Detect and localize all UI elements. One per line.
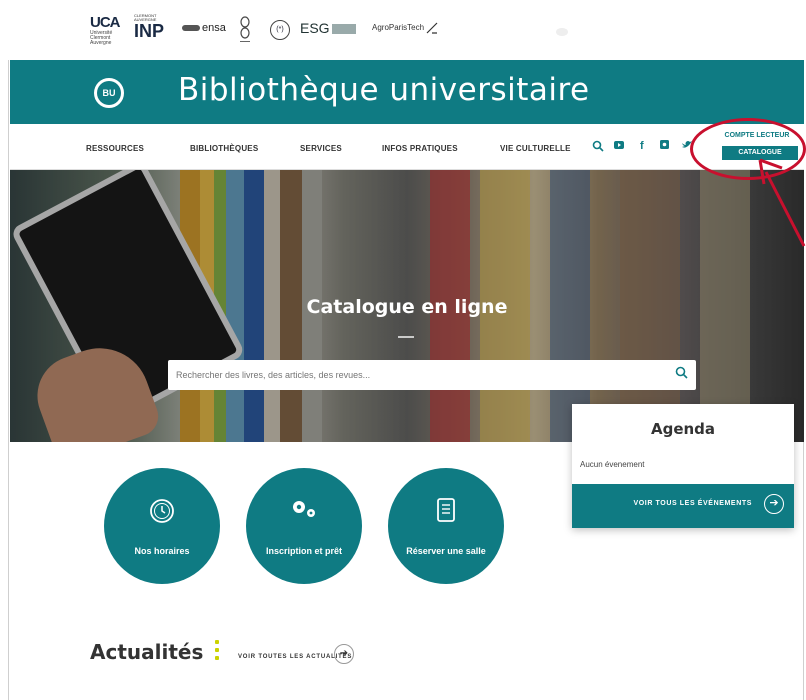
hero-banner: Catalogue en ligne (10, 170, 804, 442)
bu-logo-text: BU (97, 81, 121, 105)
clock-icon (104, 498, 220, 530)
faint-logo (556, 28, 568, 36)
facebook-icon[interactable]: f (640, 140, 644, 152)
arrow-right-icon[interactable]: ➔ (334, 644, 354, 664)
news-section-title: Actualités (90, 640, 204, 664)
nav-item-vie-culturelle[interactable]: VIE CULTURELLE (500, 144, 571, 153)
search-submit-icon[interactable] (675, 366, 688, 382)
ensa-logo[interactable]: ensa (182, 22, 232, 36)
esg-logo[interactable]: ESG (300, 20, 356, 38)
youtube-icon[interactable] (614, 140, 624, 152)
partner-logos-bar: UCA Université Clermont Auvergne CLERMON… (0, 0, 806, 60)
nav-item-services[interactable]: SERVICES (300, 144, 342, 153)
search-icon[interactable] (592, 140, 604, 155)
tile-nos-horaires[interactable]: Nos horaires (104, 468, 220, 584)
hero-title: Catalogue en ligne (306, 296, 508, 318)
nav-item-bibliotheques[interactable]: BIBLIOTHÈQUES (190, 144, 258, 153)
agro-logo-text: AgroParisTech (372, 23, 425, 33)
vetagro-logo[interactable] (238, 16, 252, 44)
uca-logo[interactable]: UCA Université Clermont Auvergne (90, 14, 124, 48)
agenda-title: Agenda (650, 420, 716, 438)
instagram-icon[interactable] (660, 140, 669, 152)
arrow-right-icon[interactable]: ➔ (764, 494, 784, 514)
tile-label: Nos horaires (134, 546, 190, 556)
site-title[interactable]: Bibliothèque universitaire (178, 72, 590, 108)
tile-inscription-pret[interactable]: Inscription et prêt (246, 468, 362, 584)
ensa-logo-text: ensa (202, 22, 226, 34)
nav-item-infos-pratiques[interactable]: INFOS PRATIQUES (382, 144, 458, 153)
site-header: BU Bibliothèque universitaire (10, 60, 804, 124)
gears-icon (246, 498, 362, 526)
inp-logo[interactable]: CLERMONT AUVERGNE INP (134, 14, 164, 48)
tile-reserver-salle[interactable]: Réserver une salle (388, 468, 504, 584)
catalogue-search-input[interactable] (176, 367, 656, 383)
vertical-dots-icon (214, 640, 220, 664)
sigma-logo[interactable]: (*) (270, 20, 290, 40)
agenda-empty-message: Aucun évenement (580, 460, 645, 469)
annotation-arrow-icon (758, 158, 806, 247)
tile-label: Réserver une salle (406, 546, 486, 556)
inp-logo-big: INP (134, 21, 165, 41)
main-nav: RESSOURCES BIBLIOTHÈQUES SERVICES INFOS … (10, 124, 804, 170)
uca-logo-mark: UCA (90, 14, 121, 31)
catalogue-search-box[interactable] (168, 360, 696, 390)
uca-logo-sub: Université Clermont Auvergne (90, 30, 113, 46)
bu-logo[interactable]: BU (94, 78, 124, 108)
book-icon (388, 498, 504, 528)
agenda-link-label: VOIR TOUS LES ÉVÉNEMENTS (633, 500, 752, 507)
esg-logo-text: ESG (300, 20, 330, 36)
agroparistech-logo[interactable]: AgroParisTech (372, 22, 442, 38)
hero-divider (398, 336, 414, 338)
nav-item-ressources[interactable]: RESSOURCES (86, 144, 144, 153)
agenda-all-events-link[interactable]: VOIR TOUS LES ÉVÉNEMENTS ➔ (572, 484, 794, 528)
agenda-card: Agenda Aucun évenement VOIR TOUS LES ÉVÉ… (572, 404, 794, 528)
tile-label: Inscription et prêt (265, 546, 342, 556)
